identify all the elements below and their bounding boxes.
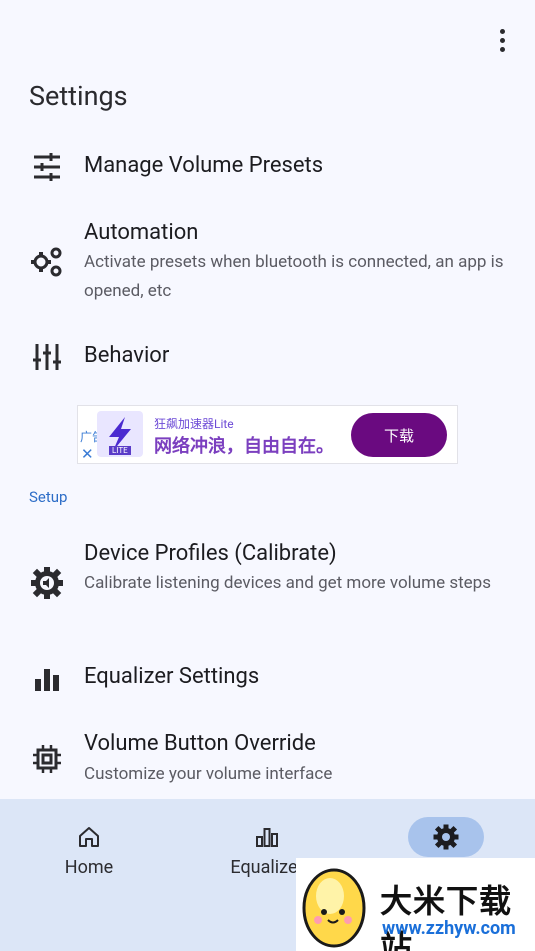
watermark-title: 大米下载站 bbox=[380, 882, 513, 951]
chip-icon bbox=[30, 742, 64, 776]
settings-item-automation[interactable]: Automation Activate presets when bluetoo… bbox=[0, 215, 535, 310]
watermark-overlay: 大米下载站 www.zzhyw.com bbox=[296, 858, 535, 951]
settings-item-title: Volume Button Override bbox=[84, 731, 316, 756]
ad-banner[interactable]: 广告 ✕ LITE 狂飙加速器Lite 网络冲浪，自由自在。 下载 bbox=[77, 405, 458, 464]
tune-vertical-icon bbox=[30, 340, 64, 374]
settings-item-title: Manage Volume Presets bbox=[84, 153, 324, 178]
home-icon bbox=[51, 817, 127, 857]
watermark-url: www.zzhyw.com bbox=[382, 918, 516, 939]
settings-item-volume-button-override[interactable]: Volume Button Override Customize your vo… bbox=[0, 728, 535, 796]
settings-item-subtitle: Customize your volume interface bbox=[84, 764, 333, 784]
ad-download-button[interactable]: 下载 bbox=[351, 413, 447, 457]
equalizer-icon bbox=[229, 817, 305, 857]
sliders-icon bbox=[30, 150, 64, 184]
rice-mascot-logo bbox=[300, 862, 368, 948]
settings-item-title: Device Profiles (Calibrate) bbox=[84, 541, 337, 566]
gears-icon bbox=[30, 245, 64, 279]
gear-icon bbox=[408, 817, 484, 857]
settings-item-manage-volume-presets[interactable]: Manage Volume Presets bbox=[0, 140, 535, 196]
section-header-setup: Setup bbox=[29, 488, 68, 506]
more-vert-icon bbox=[499, 28, 505, 34]
settings-item-title: Equalizer Settings bbox=[84, 664, 260, 689]
settings-cog-icon bbox=[30, 566, 64, 600]
settings-item-behavior[interactable]: Behavior bbox=[0, 330, 535, 386]
ad-logo-text: LITE bbox=[109, 446, 131, 455]
bar-chart-icon bbox=[30, 662, 64, 696]
ad-slogan: 网络冲浪，自由自在。 bbox=[154, 436, 334, 457]
ad-app-name: 狂飙加速器Lite bbox=[154, 417, 234, 431]
settings-item-subtitle: Calibrate listening devices and get more… bbox=[84, 573, 491, 593]
overflow-menu-button[interactable] bbox=[488, 26, 516, 54]
ad-app-logo: LITE bbox=[97, 411, 143, 457]
settings-item-title: Automation bbox=[84, 220, 199, 245]
ad-close-icon[interactable]: ✕ bbox=[81, 445, 94, 463]
settings-item-title: Behavior bbox=[84, 343, 170, 368]
nav-item-home[interactable]: Home bbox=[0, 799, 178, 899]
settings-item-device-profiles[interactable]: Device Profiles (Calibrate) Calibrate li… bbox=[0, 535, 535, 630]
settings-item-equalizer-settings[interactable]: Equalizer Settings bbox=[0, 652, 535, 708]
settings-item-subtitle: Activate presets when bluetooth is conne… bbox=[84, 252, 504, 301]
nav-label: Home bbox=[64, 857, 114, 878]
page-title: Settings bbox=[29, 80, 128, 112]
